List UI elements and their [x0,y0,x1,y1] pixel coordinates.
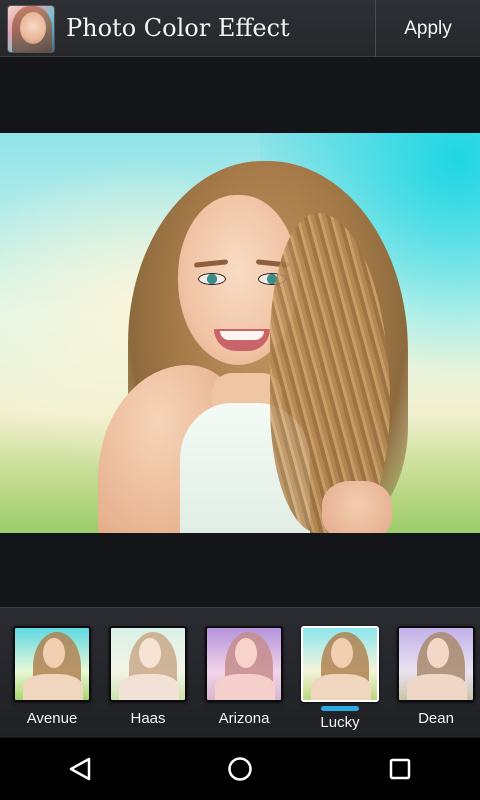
page-title: Photo Color Effect [66,14,290,42]
filter-thumbnail[interactable] [205,626,283,702]
back-icon [69,757,91,781]
recents-icon [389,758,411,780]
app-portrait-icon[interactable] [7,5,55,53]
filter-label: Dean [418,710,454,727]
filter-avenue[interactable]: Avenue [12,626,92,727]
back-button[interactable] [50,738,110,800]
filter-thumbnail[interactable] [301,626,379,702]
filter-dean[interactable]: Dean [396,626,476,727]
filter-label: Avenue [26,710,78,727]
filter-label: Arizona [218,710,270,727]
filter-lucky[interactable]: Lucky [300,626,380,731]
action-bar: Photo Color Effect Apply [0,0,480,57]
system-nav-bar [0,738,480,800]
filter-arizona[interactable]: Arizona [204,626,284,727]
filter-thumbnail[interactable] [397,626,475,702]
filter-thumbnail[interactable] [109,626,187,702]
filter-thumbnail[interactable] [13,626,91,702]
filter-haas[interactable]: Haas [108,626,188,727]
filter-label: Haas [130,710,166,727]
apply-button[interactable]: Apply [375,0,480,57]
home-button[interactable] [210,738,270,800]
recents-button[interactable] [370,738,430,800]
home-icon [228,757,252,781]
portrait-photo [0,133,480,533]
selection-indicator [321,706,359,711]
filter-label: Lucky [320,714,360,731]
filter-strip[interactable]: Avenue Haas Arizona Lucky Dean [0,607,480,737]
